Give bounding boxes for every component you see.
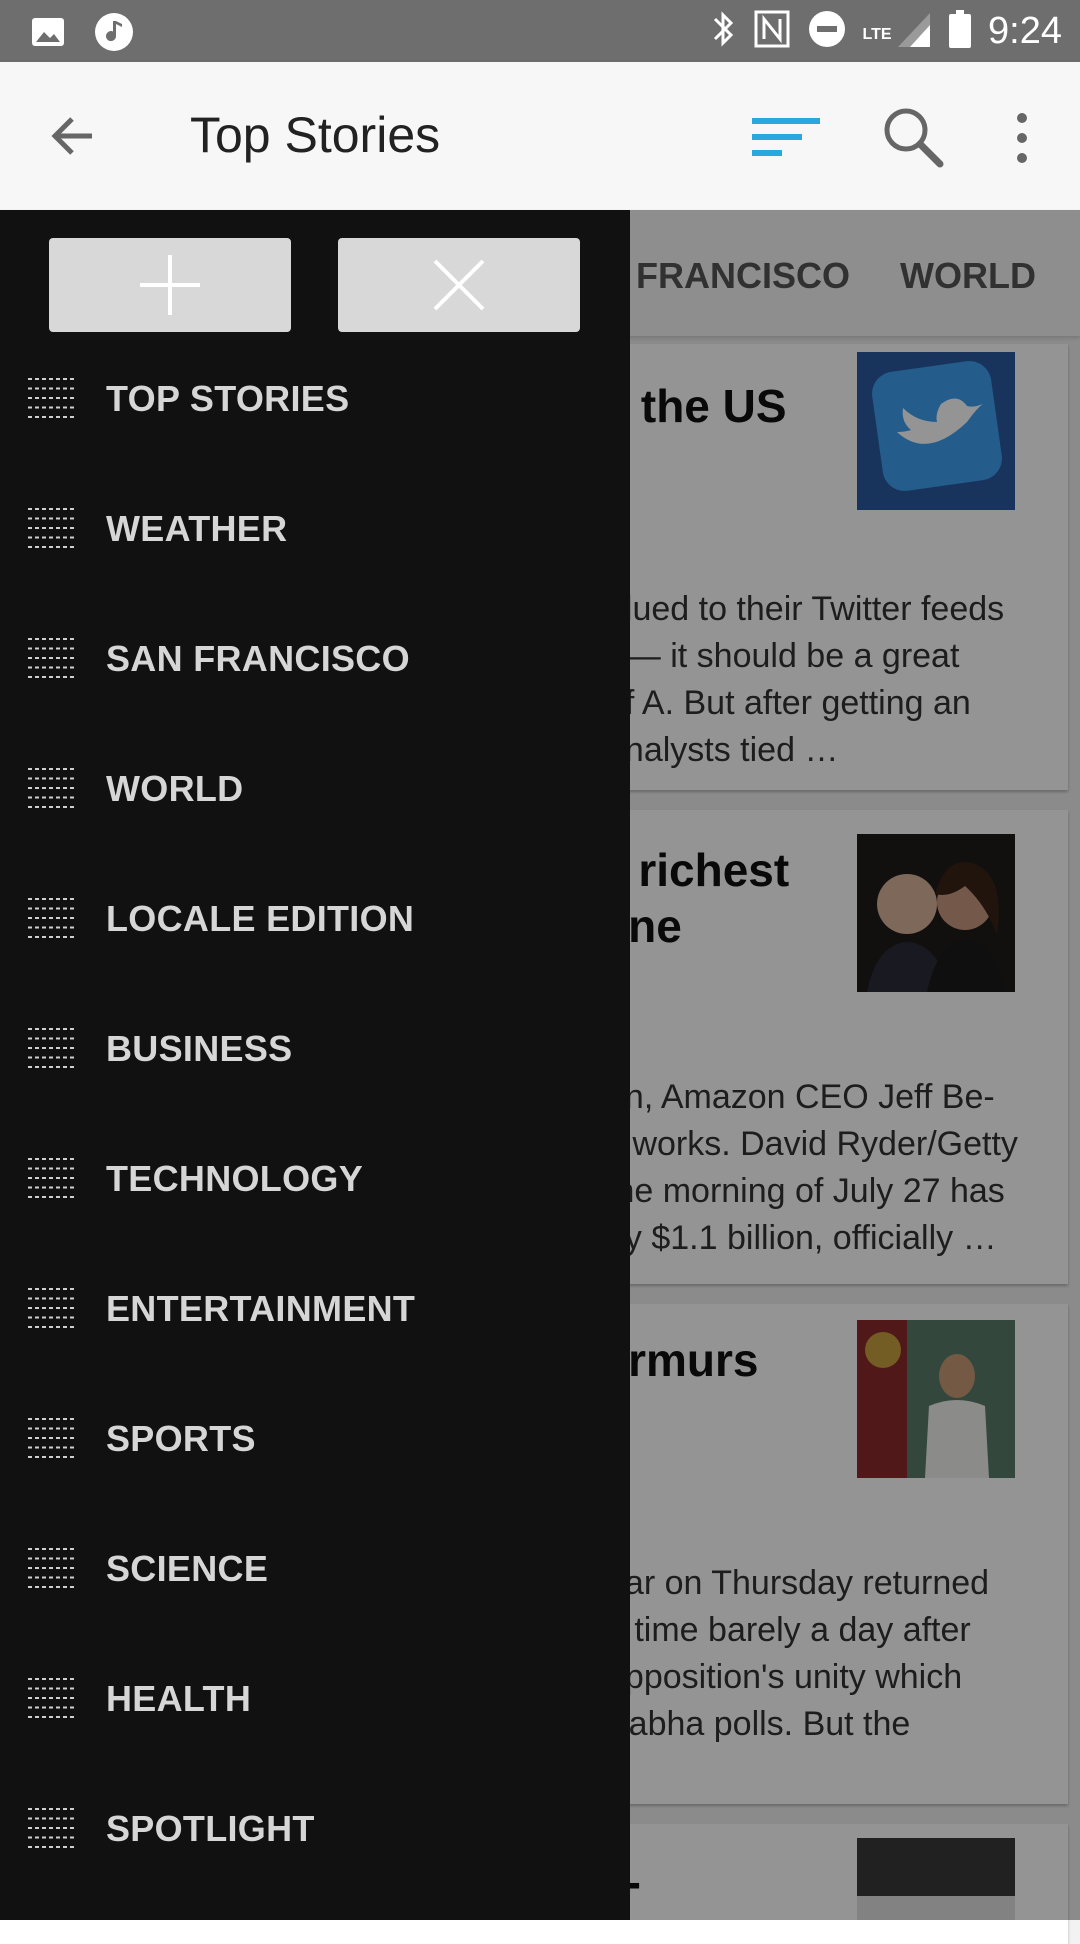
network-label: LTE — [862, 26, 892, 43]
drag-handle-icon[interactable] — [28, 897, 74, 941]
status-bar: LTE 9:24 — [0, 0, 1080, 62]
drag-handle-icon[interactable] — [28, 1547, 74, 1591]
drawer-item-label: LOCALE EDITION — [106, 898, 415, 939]
drawer-item-label: SPOTLIGHT — [106, 1808, 315, 1849]
drag-handle-icon[interactable] — [28, 767, 74, 811]
image-icon — [30, 14, 66, 55]
page-title: Top Stories — [190, 107, 441, 163]
remove-section-button[interactable] — [338, 238, 580, 332]
plus-icon — [140, 255, 200, 315]
drawer-item-label: TOP STORIES — [106, 378, 350, 419]
add-section-button[interactable] — [49, 238, 291, 332]
drag-handle-icon[interactable] — [28, 637, 74, 681]
music-icon — [94, 12, 134, 57]
drawer-item-world[interactable]: WORLD — [0, 720, 630, 850]
drawer-item-label: SCIENCE — [106, 1548, 269, 1589]
drawer-item-entertainment[interactable]: ENTERTAINMENT — [0, 1240, 630, 1370]
drawer-item-label: WORLD — [106, 768, 244, 809]
drawer-item-top-stories[interactable]: TOP STORIES — [0, 330, 630, 460]
drawer-item-san-francisco[interactable]: SAN FRANCISCO — [0, 590, 630, 720]
drawer-item-label: HEALTH — [106, 1678, 252, 1719]
clock: 9:24 — [988, 10, 1062, 52]
drawer-item-locale-edition[interactable]: LOCALE EDITION — [0, 850, 630, 980]
drawer-item-health[interactable]: HEALTH — [0, 1630, 630, 1760]
back-arrow-icon[interactable] — [44, 106, 104, 166]
drawer-item-technology[interactable]: TECHNOLOGY — [0, 1110, 630, 1240]
nfc-icon — [753, 9, 791, 54]
sort-icon[interactable] — [750, 114, 822, 164]
bluetooth-icon — [709, 8, 737, 55]
drag-handle-icon[interactable] — [28, 1677, 74, 1721]
drag-handle-icon[interactable] — [28, 1807, 74, 1851]
navigation-drawer: TOP STORIES WEATHER SAN FRANCISCO WORLD LOCA… — [0, 210, 630, 1920]
drag-handle-icon[interactable] — [28, 1417, 74, 1461]
drawer-item-spotlight[interactable]: SPOTLIGHT — [0, 1760, 630, 1890]
signal-icon: LTE — [863, 9, 932, 54]
drawer-item-label: SAN FRANCISCO — [106, 638, 410, 679]
drawer-item-label: BUSINESS — [106, 1028, 293, 1069]
battery-icon — [948, 9, 972, 54]
drag-handle-icon[interactable] — [28, 1027, 74, 1071]
more-options-icon[interactable] — [1002, 106, 1042, 170]
drawer-item-weather[interactable]: WEATHER — [0, 460, 630, 590]
drag-handle-icon[interactable] — [28, 1157, 74, 1201]
drag-handle-icon[interactable] — [28, 1287, 74, 1331]
app-bar: Top Stories — [0, 62, 1080, 210]
drag-handle-icon[interactable] — [28, 377, 74, 421]
search-icon[interactable] — [880, 104, 946, 170]
drawer-item-label: ENTERTAINMENT — [106, 1288, 416, 1329]
drawer-item-label: TECHNOLOGY — [106, 1158, 364, 1199]
drawer-item-label: SPORTS — [106, 1418, 256, 1459]
drawer-item-label: WEATHER — [106, 508, 288, 549]
drawer-item-science[interactable]: SCIENCE — [0, 1500, 630, 1630]
do-not-disturb-icon — [807, 9, 847, 54]
drawer-item-business[interactable]: BUSINESS — [0, 980, 630, 1110]
drawer-item-sports[interactable]: SPORTS — [0, 1370, 630, 1500]
drag-handle-icon[interactable] — [28, 507, 74, 551]
close-icon — [433, 259, 485, 311]
